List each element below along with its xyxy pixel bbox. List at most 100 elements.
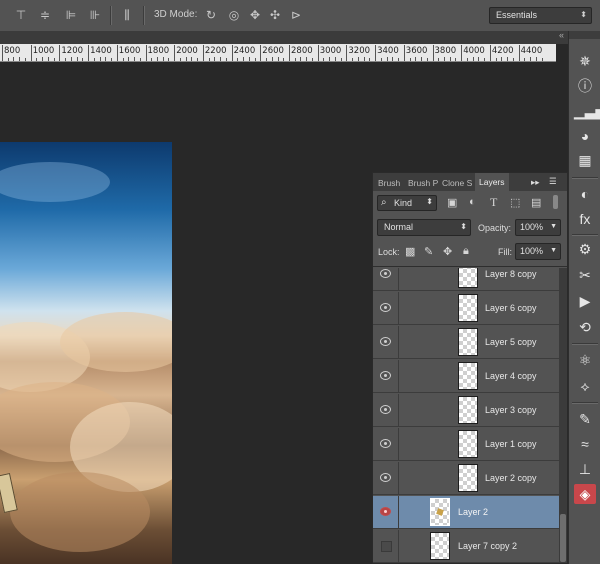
tab-layers[interactable]: Layers bbox=[475, 173, 509, 191]
ruler-major-tick bbox=[403, 45, 405, 61]
ruler-minor-tick bbox=[306, 57, 308, 61]
layer-list-scrollbar[interactable] bbox=[559, 268, 567, 563]
navigator-icon[interactable]: ✵ bbox=[574, 51, 596, 71]
layer-name: Layer 2 bbox=[458, 507, 489, 517]
3d-roll-icon[interactable]: ◎ bbox=[227, 8, 241, 22]
visibility-toggle[interactable] bbox=[373, 496, 399, 528]
styles-fx-icon[interactable]: fx bbox=[574, 209, 596, 229]
filter-adjustment-icon[interactable]: ◐ bbox=[469, 196, 476, 208]
document-canvas-image[interactable] bbox=[0, 142, 172, 564]
info-icon[interactable]: ⓘ bbox=[574, 76, 596, 96]
panel-tab-row: Brush Brush P Clone S Layers ▸▸ ☰ bbox=[373, 173, 567, 191]
filter-toggle[interactable] bbox=[553, 195, 558, 209]
layer-row[interactable]: Layer 4 copy bbox=[373, 360, 559, 393]
eye-icon bbox=[380, 303, 391, 312]
layer-row[interactable]: Layer 2 bbox=[373, 496, 559, 529]
tab-brush[interactable]: Brush bbox=[378, 178, 400, 188]
fill-field[interactable]: 100% ▼ bbox=[515, 243, 561, 260]
ruler-label: 3000 bbox=[319, 46, 342, 56]
ruler-major-tick bbox=[30, 45, 32, 61]
actions-play-icon[interactable]: ▶ bbox=[574, 291, 596, 311]
visibility-toggle[interactable] bbox=[373, 292, 399, 324]
collapse-arrows-icon[interactable]: « bbox=[559, 30, 564, 40]
eye-icon bbox=[380, 405, 391, 414]
layers-icon[interactable]: ◈ bbox=[574, 484, 596, 504]
ruler-minor-tick bbox=[243, 57, 245, 61]
ruler-minor-tick bbox=[24, 58, 26, 61]
color-palette-icon[interactable]: ◕ bbox=[574, 126, 596, 146]
lock-position-icon[interactable]: ✥ bbox=[443, 245, 452, 258]
brush-presets-icon[interactable]: ≈ bbox=[574, 434, 596, 454]
chevron-down-icon[interactable]: ▼ bbox=[550, 247, 557, 254]
channels-icon[interactable]: ⚙ bbox=[574, 239, 596, 259]
filter-shape-icon[interactable]: ⬚ bbox=[510, 196, 520, 209]
align-top-icon[interactable]: ⊤ bbox=[14, 8, 28, 22]
ruler-minor-tick bbox=[340, 58, 342, 61]
visibility-toggle[interactable] bbox=[373, 394, 399, 426]
tab-clone-source[interactable]: Clone S bbox=[442, 178, 472, 188]
lock-all-icon[interactable]: 🔒︎ bbox=[463, 245, 469, 258]
layer-row[interactable]: Layer 8 copy bbox=[373, 268, 559, 291]
ruler-minor-tick bbox=[484, 58, 486, 61]
3d-icon[interactable]: ⚛ bbox=[574, 350, 596, 370]
blend-mode-select[interactable]: Normal ⬍ bbox=[377, 219, 471, 236]
layer-thumbnail bbox=[458, 328, 478, 356]
brush-icon[interactable]: ✎ bbox=[574, 409, 596, 429]
ruler-major-tick bbox=[59, 45, 61, 61]
ruler-minor-tick bbox=[294, 58, 296, 61]
tab-brush-presets[interactable]: Brush P bbox=[408, 178, 438, 188]
tool-presets-icon[interactable]: ✂ bbox=[574, 265, 596, 285]
layer-thumbnail bbox=[430, 498, 450, 526]
3d-pan-icon[interactable]: ✥ bbox=[248, 8, 262, 22]
clone-source-icon[interactable]: ⊥ bbox=[574, 459, 596, 479]
lock-image-brush-icon[interactable]: ✎ bbox=[424, 245, 433, 258]
visibility-toggle[interactable] bbox=[373, 462, 399, 494]
3d-slide-icon[interactable]: ✣ bbox=[268, 8, 282, 22]
adjustments-icon[interactable]: ◐ bbox=[574, 184, 596, 204]
swatches-icon[interactable]: ▦ bbox=[574, 150, 596, 170]
ruler-label: 1000 bbox=[32, 46, 55, 56]
layer-row[interactable]: Layer 5 copy bbox=[373, 326, 559, 359]
layer-row[interactable]: Layer 2 copy bbox=[373, 462, 559, 495]
ruler-minor-tick bbox=[151, 58, 153, 61]
opacity-field[interactable]: 100% ▼ bbox=[515, 219, 561, 236]
layer-row[interactable]: Layer 7 copy 2 bbox=[373, 530, 559, 563]
layer-row[interactable]: Layer 6 copy bbox=[373, 292, 559, 325]
eye-icon bbox=[380, 473, 391, 482]
visibility-toggle[interactable] bbox=[373, 530, 399, 562]
filter-type-icon[interactable]: T bbox=[490, 195, 497, 210]
filter-smart-object-icon[interactable]: ▤ bbox=[531, 196, 541, 209]
distribute-icon[interactable]: ⫼ bbox=[120, 8, 134, 22]
ruler-minor-tick bbox=[369, 58, 371, 61]
ruler-minor-tick bbox=[466, 58, 468, 61]
layer-row[interactable]: Layer 3 copy bbox=[373, 394, 559, 427]
history-icon[interactable]: ⟲ bbox=[574, 317, 596, 337]
ruler-minor-tick bbox=[162, 57, 164, 61]
filter-pixel-icon[interactable]: ▣ bbox=[447, 196, 457, 209]
collapse-panel-icon[interactable]: ▸▸ bbox=[531, 177, 540, 188]
ruler-minor-tick bbox=[334, 57, 336, 61]
eye-icon bbox=[380, 269, 391, 278]
visibility-toggle[interactable] bbox=[373, 428, 399, 460]
ruler-label: 3200 bbox=[348, 46, 371, 56]
paths-icon[interactable]: ⟡ bbox=[574, 376, 596, 396]
3d-orbit-icon[interactable]: ↻ bbox=[204, 8, 218, 22]
chevron-down-icon[interactable]: ▼ bbox=[550, 223, 557, 230]
sky-streak bbox=[0, 162, 110, 202]
panel-menu-icon[interactable]: ☰ bbox=[549, 176, 557, 187]
ruler-minor-tick bbox=[19, 57, 21, 61]
layer-row[interactable]: Layer 1 copy bbox=[373, 428, 559, 461]
scrollbar-thumb[interactable] bbox=[560, 514, 566, 562]
histogram-icon[interactable]: ▁▃▅ bbox=[574, 101, 600, 121]
visibility-toggle[interactable] bbox=[373, 360, 399, 392]
align-left-icon[interactable]: ⊫ bbox=[64, 8, 78, 22]
3d-scale-icon[interactable]: ⊳ bbox=[289, 8, 303, 22]
align-right-icon[interactable]: ⊪ bbox=[88, 8, 102, 22]
visibility-toggle[interactable] bbox=[373, 268, 399, 290]
workspace-select[interactable]: Essentials ⬍ bbox=[489, 7, 592, 24]
filter-kind-select[interactable]: ⌕ Kind ⬍ bbox=[377, 195, 437, 211]
visibility-toggle[interactable] bbox=[373, 326, 399, 358]
align-vertical-center-icon[interactable]: ≑ bbox=[38, 8, 52, 22]
lock-transparent-icon[interactable]: ▩ bbox=[405, 245, 415, 258]
ruler-label: 2000 bbox=[176, 46, 198, 56]
